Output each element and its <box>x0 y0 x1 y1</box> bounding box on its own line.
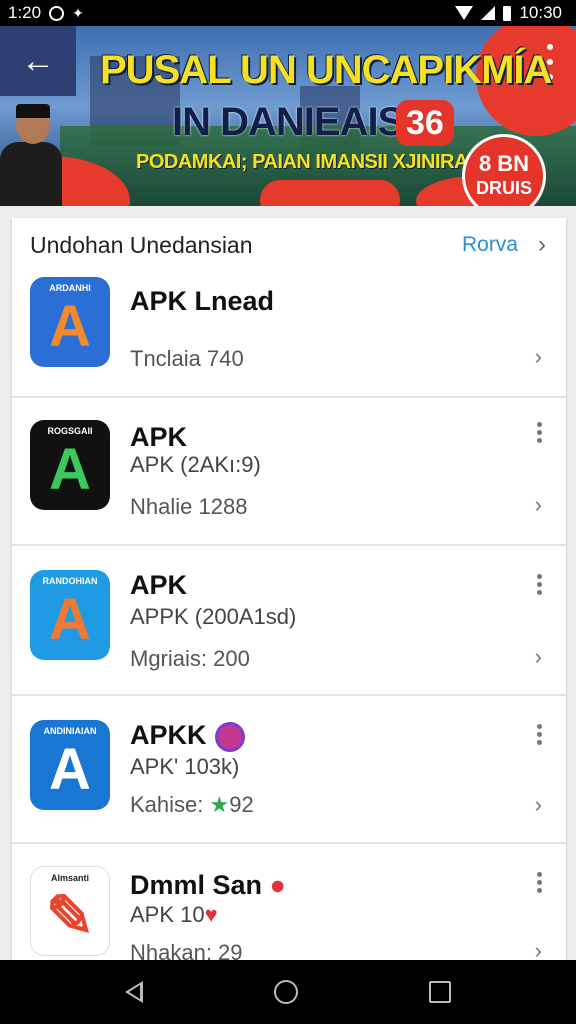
list-item[interactable]: Almsanti ✎ Dmml San ● APK 10♥ Nhakan: 29… <box>12 844 566 978</box>
app-meta: Kahise: ★92 <box>130 792 254 818</box>
list-item[interactable]: ANDINIAIAN A APKK APK' 103k) Kahise: ★92… <box>12 696 566 844</box>
heart-icon: ♥ <box>204 902 218 927</box>
banner-decoration <box>260 180 400 206</box>
app-version: APK 10♥ <box>130 902 218 928</box>
signal-icon <box>481 6 496 20</box>
chevron-right-icon[interactable]: › <box>535 644 542 670</box>
seal-line-1: 8 BN <box>478 151 530 176</box>
app-icon: Almsanti ✎ <box>30 866 110 956</box>
nav-recents-icon[interactable] <box>428 981 451 1003</box>
app-name: APK Lnead <box>130 286 275 316</box>
app-meta: Mgriais: 200 <box>130 646 250 671</box>
app-meta-value: 92 <box>229 792 254 817</box>
app-name-text: APKK <box>130 720 207 750</box>
pencil-icon: ✎ <box>45 884 95 949</box>
app-version: APK (2AKı:9) <box>130 452 261 477</box>
status-clock: 10:30 <box>519 3 562 22</box>
app-icon: RANDOHIAN A <box>30 570 110 660</box>
app-version-text: APK 10 <box>130 902 205 927</box>
system-nav-bar <box>0 960 576 1024</box>
chevron-right-icon[interactable]: › <box>535 492 542 518</box>
icon-glyph: A <box>49 437 91 502</box>
wifi-icon <box>455 6 474 20</box>
promo-banner[interactable]: ← PUSAL UN UNCAPIKMÍA IN DANIEAISA 36 PO… <box>0 26 576 206</box>
back-button[interactable]: ← <box>0 26 76 96</box>
section-title: Undohan Unedansian <box>30 231 253 258</box>
app-version: APPK (200A1sd) <box>130 604 297 629</box>
banner-tagline: PODAMKAI; PAIAN IMANSII XJINIRAI <box>136 151 473 173</box>
pin-icon: ● <box>262 870 286 900</box>
seal-line-2: DRUIS <box>475 178 532 198</box>
app-name: APK <box>130 422 188 452</box>
icon-glyph: A <box>49 737 91 802</box>
list-item[interactable]: RANDOHIAN A APK APPK (200A1sd) Mgriais: … <box>12 546 566 696</box>
app-meta: Tnclaia 740 <box>130 346 244 371</box>
chevron-right-icon[interactable]: › <box>535 344 542 370</box>
status-bar: 1:20 ✦ 10:30 <box>0 0 576 26</box>
app-name: Dmml San ● <box>130 870 286 901</box>
section-link-label: Rorva <box>461 233 518 256</box>
section-more-link[interactable]: Rorva › <box>462 231 546 259</box>
more-vert-icon[interactable] <box>534 574 544 595</box>
app-icon: ROGSGAII A <box>30 420 110 510</box>
more-vert-icon[interactable] <box>534 724 544 745</box>
status-time: 1:20 <box>8 3 42 22</box>
app-meta: Nhalie 1288 <box>130 494 248 519</box>
app-meta-text: Kahise: <box>130 792 210 817</box>
banner-title: PUSAL UN UNCAPIKMÍA <box>100 48 552 92</box>
list-item[interactable]: ROGSGAII A APK APK (2AKı:9) Nhalie 1288 … <box>12 398 566 546</box>
app-version: APK' 103k) <box>130 754 240 779</box>
battery-icon <box>503 5 512 21</box>
app-icon: ANDINIAIAN A <box>30 720 110 810</box>
banner-subtitle: IN DANIEAISA <box>172 100 432 144</box>
more-vert-icon[interactable] <box>534 422 544 443</box>
star-icon: ★ <box>209 792 230 817</box>
app-name: APK <box>130 570 188 600</box>
notification-icon <box>49 5 65 21</box>
section-header: Undohan Unedansian Rorva › <box>12 218 566 272</box>
icon-glyph: A <box>49 294 91 359</box>
icon-glyph: A <box>49 587 91 652</box>
banner-person-image <box>0 104 62 206</box>
instagram-icon <box>214 721 245 752</box>
app-list-card: Undohan Unedansian Rorva › ARDANHI A APK… <box>12 218 566 978</box>
nav-back-icon[interactable] <box>125 981 144 1003</box>
chevron-right-icon: › <box>538 231 546 258</box>
notification-dot-icon: ✦ <box>72 4 84 21</box>
app-name: APKK <box>130 720 245 752</box>
arrow-left-icon: ← <box>21 41 55 80</box>
app-icon: ARDANHI A <box>30 277 110 367</box>
more-vert-icon[interactable] <box>534 872 544 893</box>
banner-badge: 36 <box>396 100 454 146</box>
list-item[interactable]: ARDANHI A APK Lnead Tnclaia 740 › <box>12 272 566 398</box>
app-name-text: Dmml San <box>130 870 263 900</box>
chevron-right-icon[interactable]: › <box>535 792 542 818</box>
nav-home-icon[interactable] <box>273 980 298 1004</box>
